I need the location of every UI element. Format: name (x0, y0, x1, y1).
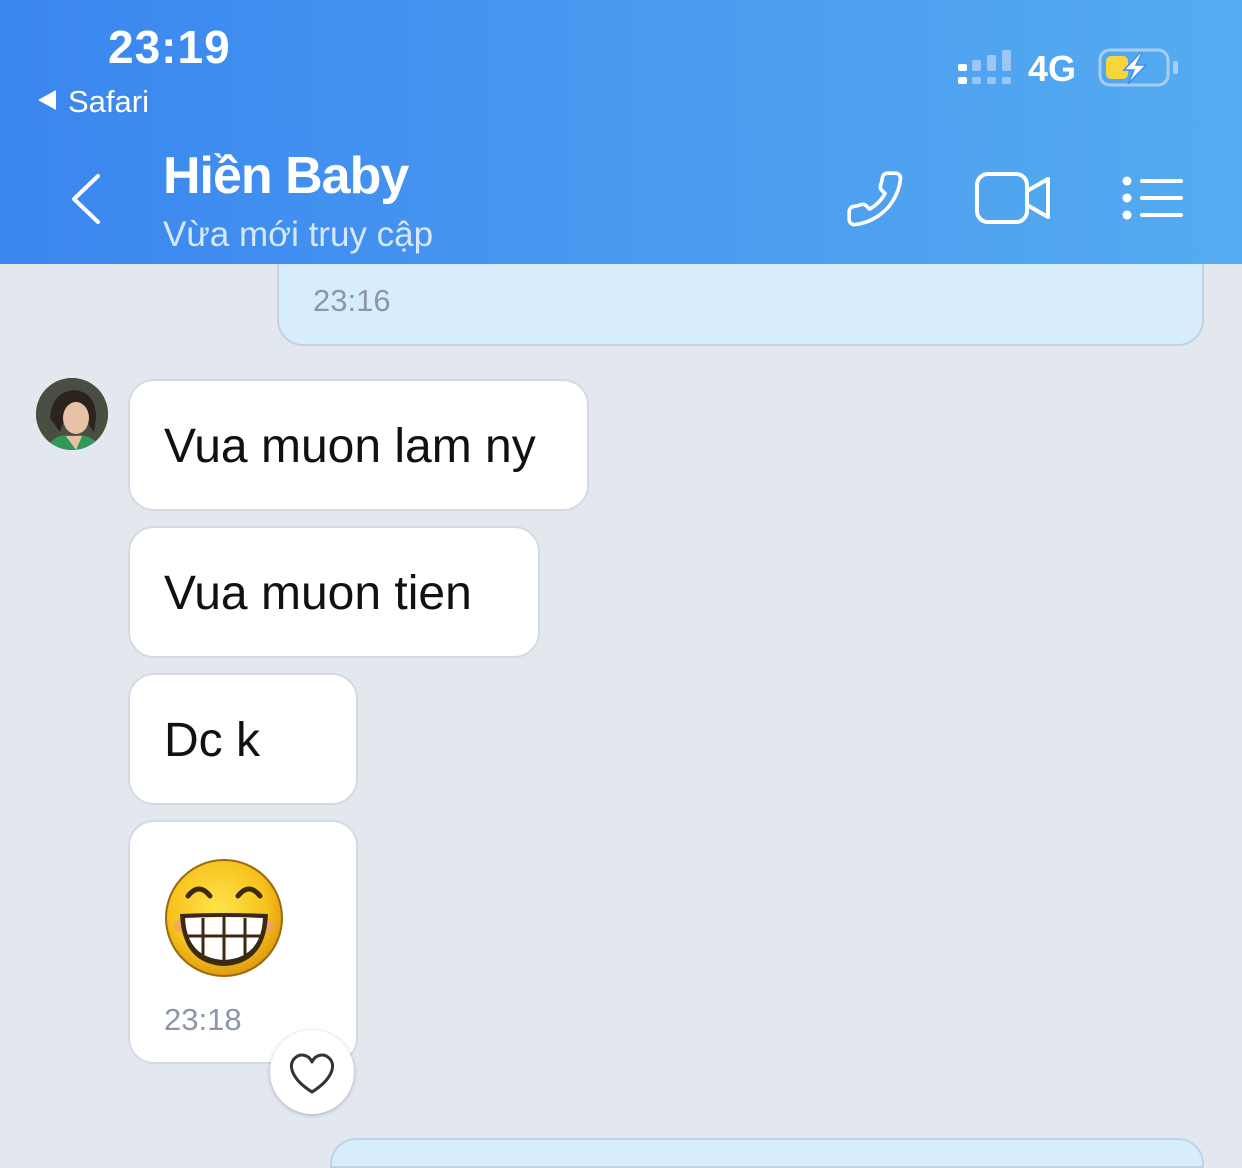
message-text: Vua muon lam ny (164, 420, 536, 473)
received-message-bubble[interactable]: Dc k (128, 673, 358, 805)
back-app-label: Safari (68, 84, 149, 119)
phone-icon[interactable] (842, 168, 908, 230)
presence-status: Vừa mới truy cập (163, 215, 434, 254)
sent-message-bubble-partial (330, 1138, 1204, 1168)
back-to-safari[interactable]: Safari (38, 84, 149, 120)
received-message-bubble[interactable]: Vua muon tien (128, 526, 540, 658)
message-text: Vua muon tien (164, 567, 472, 620)
back-triangle-icon (38, 90, 56, 110)
contact-avatar[interactable] (36, 378, 108, 450)
received-message-bubble[interactable]: Vua muon lam ny (128, 379, 589, 511)
menu-list-icon[interactable] (1118, 172, 1186, 224)
sticker-message-bubble[interactable]: 23:18 (128, 820, 358, 1064)
network-type: 4G (1028, 48, 1077, 89)
react-button[interactable] (270, 1030, 354, 1114)
message-time: 23:18 (164, 1002, 242, 1037)
grinning-emoji-icon (165, 859, 283, 977)
status-time: 23:19 (108, 21, 231, 73)
sent-message-time: 23:16 (313, 283, 391, 318)
battery-charging-icon (1098, 48, 1178, 87)
video-call-icon[interactable] (974, 170, 1052, 228)
heart-icon (290, 1053, 334, 1094)
back-chevron-icon[interactable] (66, 172, 106, 226)
signal-strength-icon (958, 50, 1011, 84)
contact-name[interactable]: Hiền Baby (163, 146, 409, 206)
message-text: Dc k (164, 714, 260, 767)
chat-header: 23:19 Safari 4G Hiền Baby Vừa mới truy c… (0, 0, 1242, 264)
